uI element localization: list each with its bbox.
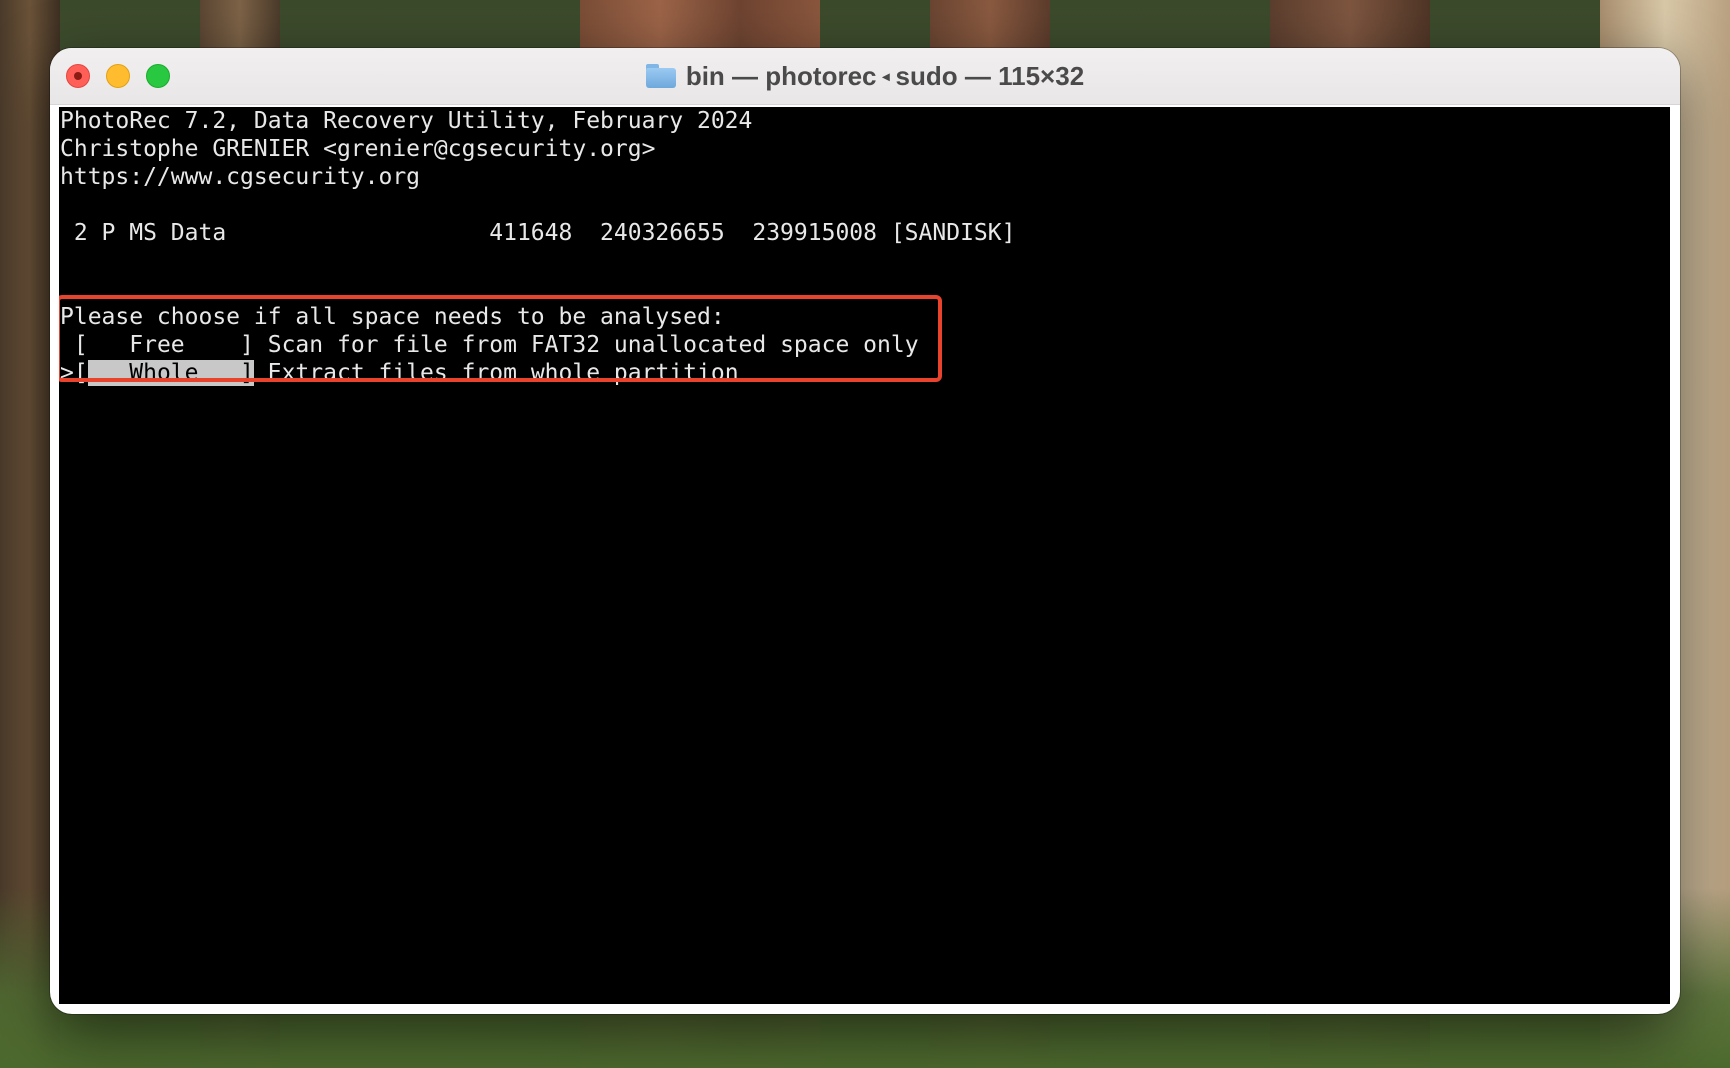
- title-separator: —: [957, 60, 999, 91]
- title-app: photorec: [765, 60, 877, 91]
- title-arrow-icon: ◂: [882, 67, 890, 84]
- window-title: bin — photorec ◂ sudo — 115×32: [50, 48, 1680, 104]
- title-user: sudo: [895, 60, 958, 91]
- header-line-3: https://www.cgsecurity.org: [60, 164, 421, 190]
- title-separator: —: [724, 60, 766, 91]
- annotation-highlight-box: [59, 295, 942, 382]
- folder-icon: [645, 64, 676, 88]
- terminal-window: bin — photorec ◂ sudo — 115×32 PhotoRec …: [50, 48, 1680, 1014]
- terminal-content[interactable]: PhotoRec 7.2, Data Recovery Utility, Feb…: [59, 107, 1670, 1004]
- partition-line: 2 P MS Data 411648 240326655 239915008 […: [60, 220, 1016, 246]
- window-titlebar[interactable]: bin — photorec ◂ sudo — 115×32: [50, 48, 1680, 105]
- header-line-2: Christophe GRENIER <grenier@cgsecurity.o…: [60, 136, 656, 162]
- title-folder: bin: [685, 60, 725, 91]
- title-size: 115×32: [998, 60, 1085, 91]
- header-line-1: PhotoRec 7.2, Data Recovery Utility, Feb…: [60, 108, 753, 134]
